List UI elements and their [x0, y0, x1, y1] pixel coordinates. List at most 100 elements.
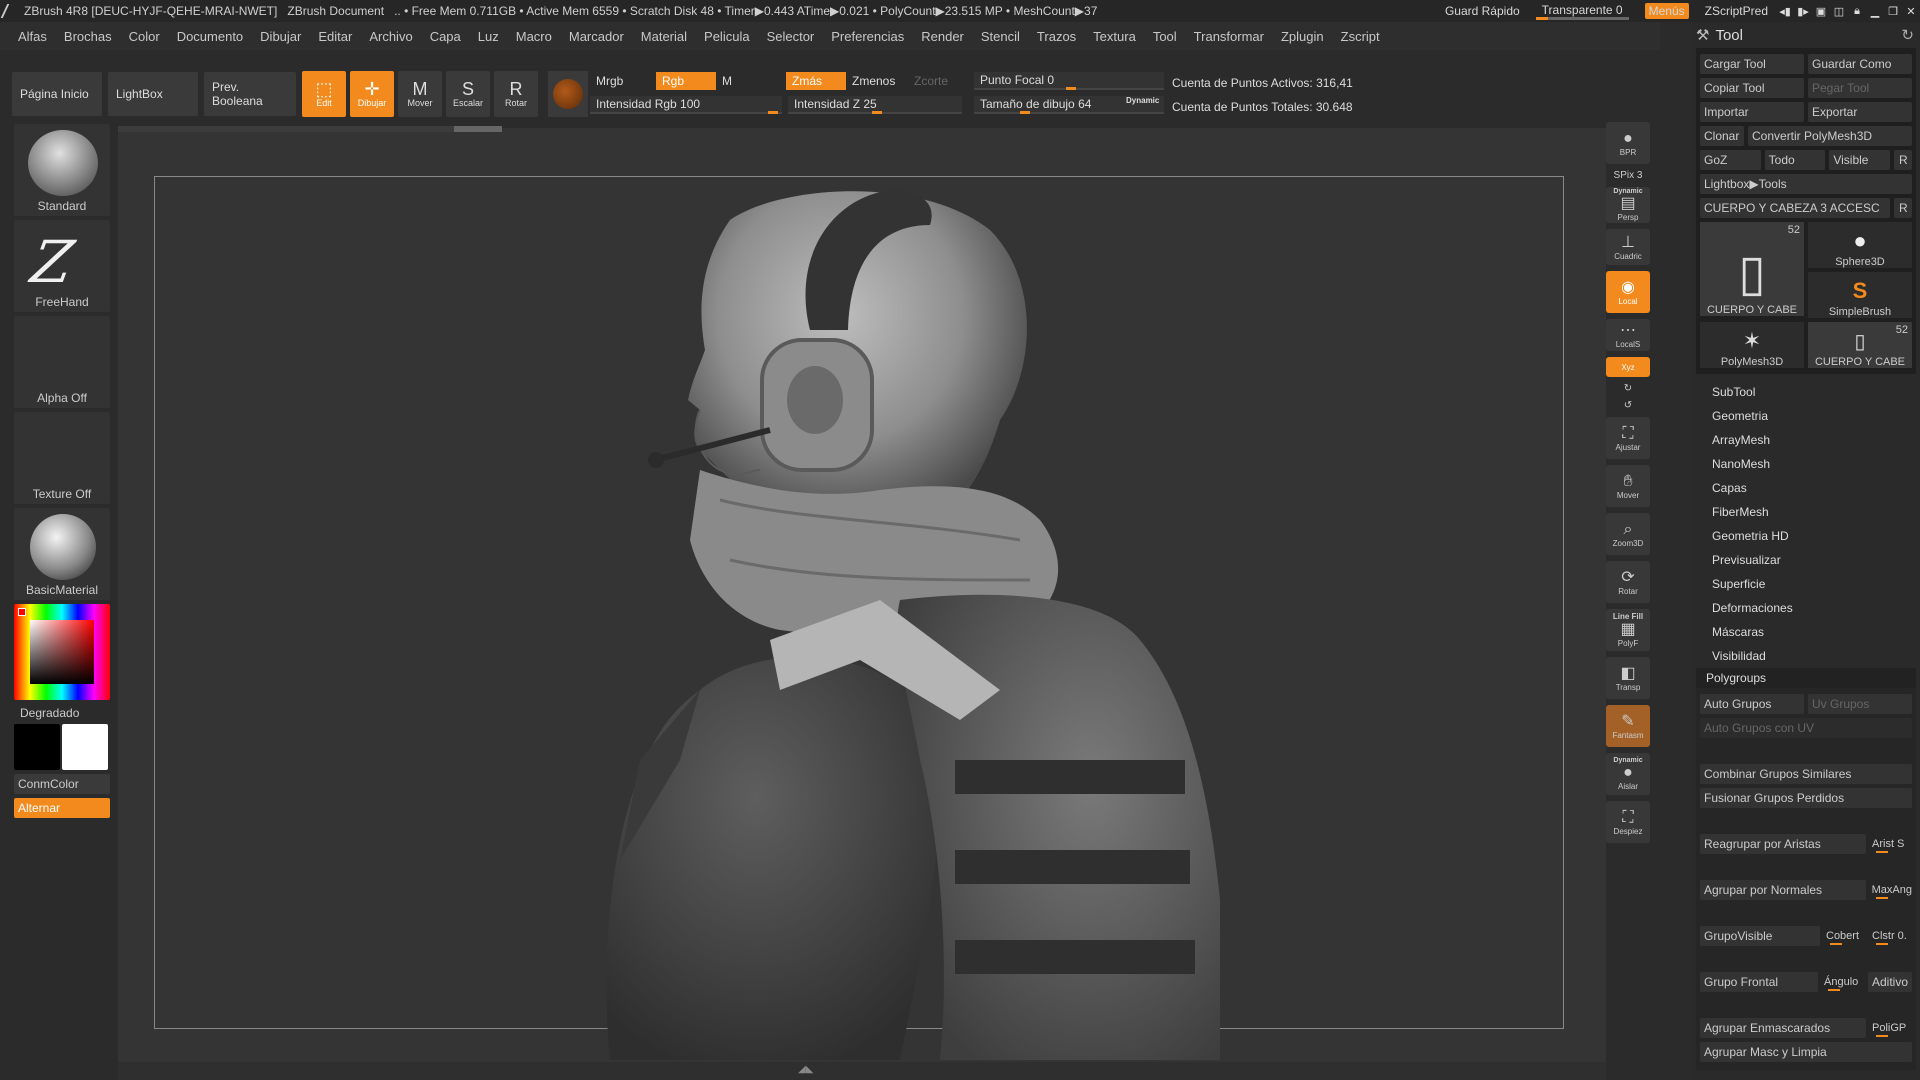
- live-boolean-button[interactable]: Prev. Booleana: [204, 72, 296, 116]
- scroll-thumb[interactable]: [454, 126, 502, 132]
- gradient-label[interactable]: Degradado: [20, 706, 114, 720]
- layout-icon[interactable]: ◂▮: [1776, 5, 1794, 18]
- tool-thumb-polymesh[interactable]: ✶ PolyMesh3D: [1700, 322, 1804, 368]
- solo-button[interactable]: Dynamic ● Aislar: [1606, 753, 1650, 795]
- tool-submenu-m-scaras[interactable]: Máscaras: [1712, 620, 1920, 644]
- goz-r-button[interactable]: R: [1894, 150, 1913, 170]
- frame-button[interactable]: ⛶ Ajustar: [1606, 417, 1650, 459]
- home-page-button[interactable]: Página Inicio: [12, 72, 102, 116]
- polygroups-header[interactable]: Polygroups: [1696, 668, 1916, 688]
- edit-button[interactable]: ⬚ Edit: [302, 71, 346, 117]
- copy-tool-button[interactable]: Copiar Tool: [1700, 78, 1804, 98]
- windows-icon[interactable]: ▣: [1812, 5, 1830, 18]
- additive-button[interactable]: Aditivo: [1868, 972, 1912, 992]
- transparency-button[interactable]: ◧ Transp: [1606, 657, 1650, 699]
- local-symmetry-button[interactable]: ◉ Local: [1606, 271, 1650, 313]
- zadd-toggle[interactable]: Zmás: [786, 72, 846, 90]
- tool-submenu-arraymesh[interactable]: ArrayMesh: [1712, 428, 1920, 452]
- group-normals-button[interactable]: Agrupar por Normales: [1700, 880, 1866, 900]
- canvas-scrollbar-bottom[interactable]: ◢◣: [118, 1062, 1606, 1080]
- current-tool-r-button[interactable]: R: [1894, 198, 1912, 218]
- quicksave-button[interactable]: Guard Rápido: [1445, 4, 1520, 18]
- tool-palette-header[interactable]: ⚒︎ Tool ↻: [1692, 22, 1920, 48]
- minimize-icon[interactable]: ▁: [1866, 5, 1884, 18]
- coverage-slider[interactable]: Cobert: [1824, 926, 1866, 946]
- focal-shift-slider[interactable]: Punto Focal 0: [974, 72, 1164, 90]
- spix-slider[interactable]: SPix 3: [1606, 170, 1650, 181]
- default-zscript-button[interactable]: ZScriptPred: [1705, 4, 1768, 18]
- alpha-selector[interactable]: Alpha Off: [14, 316, 110, 408]
- material-preview[interactable]: [548, 71, 588, 117]
- load-tool-button[interactable]: Cargar Tool: [1700, 54, 1804, 74]
- menu-capa[interactable]: Capa: [430, 29, 461, 44]
- auto-groups-button[interactable]: Auto Grupos: [1700, 694, 1804, 714]
- make-polymesh-button[interactable]: Convertir PolyMesh3D: [1748, 126, 1912, 146]
- xyz-rotate-button[interactable]: Xyz: [1606, 357, 1650, 377]
- expand-bottom-icon[interactable]: ◢◣: [798, 1064, 813, 1075]
- menu-alfas[interactable]: Alfas: [18, 29, 47, 44]
- tool-thumb-sphere[interactable]: ● Sphere3D: [1808, 222, 1912, 268]
- bpr-render-button[interactable]: ● BPR: [1606, 122, 1650, 164]
- menu-dibujar[interactable]: Dibujar: [260, 29, 301, 44]
- goz-button[interactable]: GoZ: [1700, 150, 1761, 170]
- brush-selector[interactable]: Standard: [14, 124, 110, 216]
- transparency-slider[interactable]: Transparente 0: [1535, 3, 1629, 20]
- menu-zplugin[interactable]: Zplugin: [1281, 29, 1324, 44]
- reset-palette-icon[interactable]: ↻: [1901, 26, 1914, 44]
- z-rotate-icon[interactable]: ↺: [1606, 400, 1650, 411]
- scale-button[interactable]: S Escalar: [446, 71, 490, 117]
- dynamic-size-toggle[interactable]: Dynamic: [1126, 96, 1159, 105]
- menu-archivo[interactable]: Archivo: [369, 29, 412, 44]
- goz-all-button[interactable]: Todo: [1764, 150, 1826, 170]
- menu-documento[interactable]: Documento: [177, 29, 243, 44]
- menu-tool[interactable]: Tool: [1153, 29, 1177, 44]
- edge-s-slider[interactable]: Arist S: [1870, 834, 1912, 854]
- group-masked-button[interactable]: Agrupar Enmascarados: [1700, 1018, 1866, 1038]
- menu-selector[interactable]: Selector: [767, 29, 815, 44]
- color-square[interactable]: [30, 620, 94, 684]
- tool-submenu-capas[interactable]: Capas: [1712, 476, 1920, 500]
- canvas-scrollbar-top[interactable]: [118, 126, 502, 132]
- tool-submenu-superficie[interactable]: Superficie: [1712, 572, 1920, 596]
- group-front-button[interactable]: Grupo Frontal: [1700, 972, 1818, 992]
- menu-preferencias[interactable]: Preferencias: [831, 29, 904, 44]
- lightbox-button[interactable]: LightBox: [108, 72, 198, 116]
- menu-stencil[interactable]: Stencil: [981, 29, 1020, 44]
- save-as-button[interactable]: Guardar Como: [1808, 54, 1912, 74]
- lock-icon[interactable]: 🔒︎: [1848, 5, 1866, 18]
- alternate-button[interactable]: Alternar: [14, 798, 110, 818]
- main-color-swatch[interactable]: [62, 724, 108, 770]
- menu-zscript[interactable]: Zscript: [1341, 29, 1380, 44]
- maxang-slider[interactable]: MaxAng: [1870, 880, 1912, 900]
- tile-icon[interactable]: ◫: [1830, 5, 1848, 18]
- tool-submenu-fibermesh[interactable]: FiberMesh: [1712, 500, 1920, 524]
- floor-grid-button[interactable]: ⊥ Cuadric: [1606, 229, 1650, 265]
- tool-submenu-previsualizar[interactable]: Previsualizar: [1712, 548, 1920, 572]
- goz-visible-button[interactable]: Visible: [1829, 150, 1891, 170]
- lightbox-tools-button[interactable]: Lightbox▶Tools: [1700, 174, 1912, 194]
- maximize-icon[interactable]: ❐: [1884, 5, 1902, 18]
- menu-textura[interactable]: Textura: [1093, 29, 1136, 44]
- texture-selector[interactable]: Texture Off: [14, 412, 110, 504]
- zsub-toggle[interactable]: Zmenos: [846, 72, 901, 90]
- rgb-toggle[interactable]: Rgb: [656, 72, 716, 90]
- polyframe-button[interactable]: Line Fill ▦ PolyF: [1606, 609, 1650, 651]
- y-rotate-icon[interactable]: ↻: [1606, 383, 1650, 394]
- tool-thumb-body-2[interactable]: 52 ▯ CUERPO Y CABE: [1808, 322, 1912, 368]
- zoom-view-button[interactable]: ⌕ Zoom3D: [1606, 513, 1650, 555]
- ghost-button[interactable]: ✎ Fantasm: [1606, 705, 1650, 747]
- switch-color-button[interactable]: ConmColor: [14, 774, 110, 794]
- export-button[interactable]: Exportar: [1808, 102, 1912, 122]
- polygp-slider[interactable]: PoliGP: [1870, 1018, 1912, 1038]
- close-icon[interactable]: ✕: [1902, 5, 1920, 18]
- menu-macro[interactable]: Macro: [516, 29, 552, 44]
- menu-trazos[interactable]: Trazos: [1037, 29, 1076, 44]
- move-view-button[interactable]: ✋︎ Mover: [1606, 465, 1650, 507]
- menu-brochas[interactable]: Brochas: [64, 29, 112, 44]
- menu-editar[interactable]: Editar: [318, 29, 352, 44]
- angle-slider[interactable]: Ángulo: [1822, 972, 1864, 992]
- group-visible-button[interactable]: GrupoVisible: [1700, 926, 1820, 946]
- regroup-edges-button[interactable]: Reagrupar por Aristas: [1700, 834, 1866, 854]
- menu-pelicula[interactable]: Pelicula: [704, 29, 750, 44]
- menus-button[interactable]: Menús: [1644, 3, 1689, 19]
